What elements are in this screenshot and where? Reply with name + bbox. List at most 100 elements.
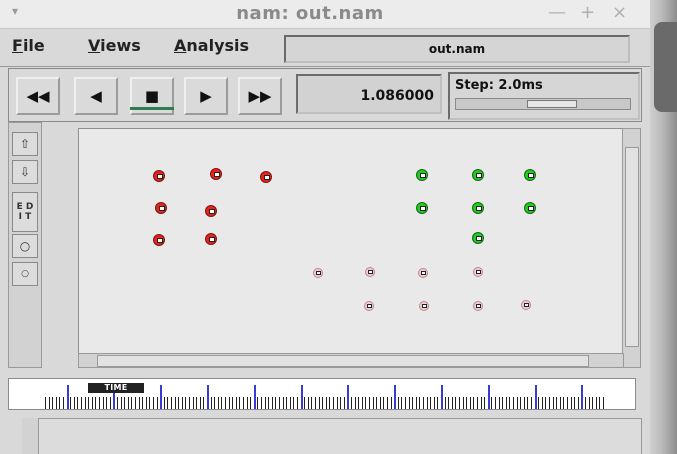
- menu-analysis[interactable]: Analysis: [174, 36, 249, 55]
- timeline-tick: [340, 397, 342, 409]
- timeline-major-tick: [160, 385, 163, 409]
- stop-icon: ■: [144, 87, 160, 105]
- play-button[interactable]: ▶: [184, 77, 228, 115]
- timeline-tick: [192, 397, 194, 409]
- timeline-tick: [592, 397, 594, 409]
- network-node[interactable]: [206, 206, 216, 216]
- timeline-tick: [405, 397, 406, 409]
- horizontal-scroll-thumb[interactable]: [97, 355, 589, 367]
- play-icon: ▶: [200, 87, 212, 105]
- edit-button[interactable]: E D I T: [12, 192, 38, 232]
- maximize-icon[interactable]: +: [580, 2, 595, 23]
- timeline-tick: [318, 397, 320, 409]
- menu-file[interactable]: File: [12, 36, 45, 55]
- large-circle-tool[interactable]: ○: [12, 234, 38, 258]
- network-node[interactable]: [206, 234, 216, 244]
- network-node[interactable]: [314, 269, 322, 277]
- timeline-tick: [563, 397, 565, 409]
- timeline-tick: [343, 397, 345, 409]
- network-node[interactable]: [474, 268, 482, 276]
- network-node[interactable]: [419, 269, 427, 277]
- timeline-tick: [289, 397, 291, 409]
- stop-active-indicator: [130, 107, 174, 110]
- timeline-tick: [279, 397, 280, 409]
- close-icon[interactable]: ×: [612, 2, 627, 23]
- network-node[interactable]: [154, 171, 164, 181]
- timeline-tick: [271, 397, 273, 409]
- timeline-tick: [390, 397, 392, 409]
- timeline-tick: [109, 397, 111, 409]
- rewind-icon: ◀◀: [26, 87, 50, 105]
- timeline-tick: [577, 397, 579, 409]
- timeline-major-tick: [66, 385, 69, 409]
- menu-views[interactable]: Views: [88, 36, 141, 55]
- network-node[interactable]: [473, 170, 483, 180]
- timeline-tick: [239, 397, 241, 409]
- circle-small-icon: ○: [21, 269, 29, 279]
- timeline-tick: [189, 397, 190, 409]
- small-circle-tool[interactable]: ○: [12, 262, 38, 286]
- timeline-tick: [369, 397, 370, 409]
- timeline-tick: [235, 397, 237, 409]
- timeline-tick: [264, 397, 266, 409]
- timeline-tick: [545, 397, 547, 409]
- network-node[interactable]: [525, 203, 535, 213]
- timeline-tick: [433, 397, 435, 409]
- network-node[interactable]: [525, 170, 535, 180]
- timeline-tick: [199, 397, 201, 409]
- zoom-in-icon: ⇧: [19, 137, 31, 151]
- network-node[interactable]: [417, 203, 427, 213]
- network-node[interactable]: [474, 302, 482, 310]
- timeline-tick: [567, 397, 568, 409]
- timeline-tick: [167, 397, 169, 409]
- network-node[interactable]: [154, 235, 164, 245]
- timeline-tick: [556, 397, 558, 409]
- network-node[interactable]: [366, 268, 374, 276]
- network-node[interactable]: [522, 301, 530, 309]
- timeline-tick: [178, 397, 180, 409]
- network-canvas[interactable]: [78, 128, 624, 354]
- timeline-tick: [336, 397, 338, 409]
- circle-large-icon: ○: [19, 239, 31, 253]
- timeline-tick: [250, 397, 252, 409]
- canvas-vertical-scrollbar[interactable]: [622, 128, 641, 368]
- timeline-tick: [361, 397, 363, 409]
- network-node[interactable]: [473, 233, 483, 243]
- network-node[interactable]: [473, 203, 483, 213]
- timeline-tick: [466, 397, 468, 409]
- fast-forward-button[interactable]: ▶▶: [238, 77, 282, 115]
- timeline-tick: [437, 397, 439, 409]
- timeline-tick: [599, 397, 601, 409]
- timeline-tick: [376, 397, 378, 409]
- network-node[interactable]: [156, 203, 166, 213]
- zoom-out-icon: ⇩: [19, 165, 31, 179]
- timeline-tick: [329, 397, 331, 409]
- timeline-tick: [59, 397, 61, 409]
- network-node[interactable]: [417, 170, 427, 180]
- timeline-tick: [462, 397, 464, 409]
- annotation-scrollbar[interactable]: [22, 418, 39, 454]
- timeline-tick: [408, 397, 410, 409]
- network-node[interactable]: [365, 302, 373, 310]
- minimize-icon[interactable]: —: [548, 2, 566, 23]
- timeline-tick: [502, 397, 504, 409]
- timeline-tick: [516, 397, 518, 409]
- network-node[interactable]: [420, 302, 428, 310]
- step-back-button[interactable]: ◀: [74, 77, 118, 115]
- timeline-tick: [570, 397, 572, 409]
- zoom-in-button[interactable]: ⇧: [12, 132, 38, 156]
- zoom-out-button[interactable]: ⇩: [12, 160, 38, 184]
- timeline-tick: [145, 397, 147, 409]
- timeline-tick: [214, 397, 216, 409]
- timeline-tick: [426, 397, 428, 409]
- vertical-scroll-thumb[interactable]: [625, 147, 639, 347]
- time-slider-handle[interactable]: TIME: [88, 383, 144, 393]
- canvas-horizontal-scrollbar[interactable]: [78, 353, 624, 368]
- rewind-button[interactable]: ◀◀: [16, 77, 60, 115]
- timeline-tick: [131, 397, 133, 409]
- timeline-major-tick: [581, 385, 584, 409]
- step-slider-thumb[interactable]: [527, 100, 577, 108]
- timeline-tick: [246, 397, 248, 409]
- network-node[interactable]: [211, 169, 221, 179]
- network-node[interactable]: [261, 172, 271, 182]
